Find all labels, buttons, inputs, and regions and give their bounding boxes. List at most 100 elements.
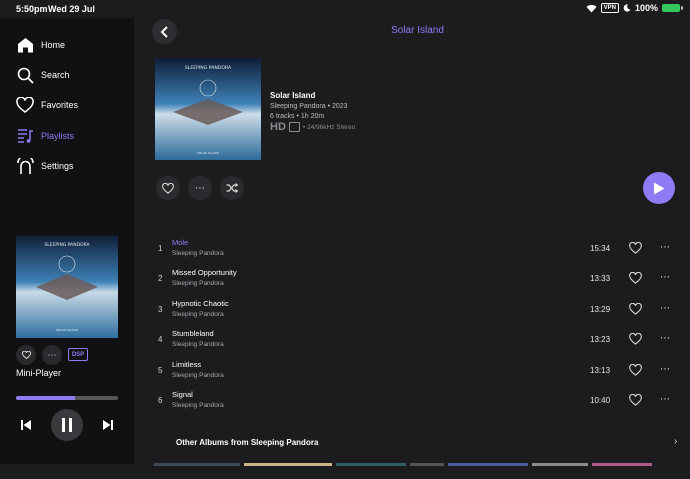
album-meta: 6 tracks • 1h 20m xyxy=(270,113,325,120)
status-time: 5:50pm xyxy=(16,4,48,14)
sidebar-item-label: Settings xyxy=(41,161,74,171)
play-icon xyxy=(654,182,665,194)
track-row[interactable]: 6 Signal Sleeping Pandora 10:40 ⋯ xyxy=(150,387,690,417)
playlist-icon xyxy=(16,127,34,145)
track-title: Stumbleland xyxy=(172,329,214,338)
art-artist-text: SLEEPING PANDORA xyxy=(44,242,90,248)
art-artist-text: SLEEPING PANDORA xyxy=(185,65,232,71)
art-title-text: SOLAR ISLAND xyxy=(56,328,79,332)
search-icon xyxy=(16,66,34,84)
shuffle-button[interactable] xyxy=(220,176,244,200)
heart-icon xyxy=(162,182,174,194)
album-artist-year[interactable]: Sleeping Pandora • 2023 xyxy=(270,103,348,110)
sidebar-item-home[interactable]: Home xyxy=(16,34,65,56)
pause-icon xyxy=(62,418,72,432)
track-number: 1 xyxy=(158,244,163,253)
track-title: Signal xyxy=(172,390,193,399)
chevron-right-icon[interactable]: › xyxy=(674,436,677,447)
track-duration: 10:40 xyxy=(590,396,611,405)
track-more-button[interactable]: ⋯ xyxy=(660,242,671,253)
track-favorite-button[interactable] xyxy=(629,302,642,320)
sidebar-item-label: Favorites xyxy=(41,100,79,110)
track-row[interactable]: 3 Hypnotic Chaotic Sleeping Pandora 13:29 ⋯ xyxy=(150,296,690,326)
track-more-button[interactable]: ⋯ xyxy=(660,394,671,405)
track-artist: Sleeping Pandora xyxy=(172,280,224,287)
moon-icon xyxy=(623,4,631,12)
track-favorite-button[interactable] xyxy=(629,271,642,289)
track-artist: Sleeping Pandora xyxy=(172,341,224,348)
track-favorite-button[interactable] xyxy=(629,393,642,411)
track-artist: Sleeping Pandora xyxy=(172,402,224,409)
settings-icon xyxy=(16,157,34,175)
track-title: Mole xyxy=(172,238,189,247)
more-icon: ⋯ xyxy=(195,182,205,194)
quality-text: • 24/96kHz Stereo xyxy=(302,123,356,131)
track-duration: 15:34 xyxy=(590,244,611,253)
album-title: Solar Island xyxy=(270,91,316,100)
album-more-button[interactable]: ⋯ xyxy=(188,176,212,200)
track-favorite-button[interactable] xyxy=(629,241,642,259)
dsp-button[interactable]: DSP xyxy=(68,348,88,361)
track-number: 4 xyxy=(158,335,163,344)
track-more-button[interactable]: ⋯ xyxy=(660,272,671,283)
hd-badge: HD xyxy=(270,121,286,133)
track-number: 5 xyxy=(158,366,163,375)
back-button[interactable] xyxy=(152,19,177,44)
track-favorite-button[interactable] xyxy=(629,363,642,381)
track-duration: 13:29 xyxy=(590,305,611,314)
track-duration: 13:33 xyxy=(590,274,611,283)
sidebar-item-label: Search xyxy=(41,70,70,80)
track-number: 2 xyxy=(158,274,163,283)
next-button[interactable] xyxy=(101,418,115,432)
track-row[interactable]: 1 Mole Sleeping Pandora 15:34 ⋯ xyxy=(150,235,690,265)
play-album-button[interactable] xyxy=(643,172,675,204)
mini-more-button[interactable]: ⋯ xyxy=(42,345,62,365)
favorite-album-button[interactable] xyxy=(156,176,180,200)
art-title-text: SOLAR ISLAND xyxy=(197,151,220,155)
sidebar-item-favorites[interactable]: Favorites xyxy=(16,94,78,116)
track-title: Missed Opportunity xyxy=(172,268,237,277)
sidebar-item-search[interactable]: Search xyxy=(16,64,70,86)
other-albums-heading[interactable]: Other Albums from Sleeping Pandora xyxy=(176,438,318,447)
wifi-icon xyxy=(586,4,597,12)
track-artist: Sleeping Pandora xyxy=(172,250,224,257)
playback-progress-bar[interactable] xyxy=(16,396,118,400)
album-carousel-strip[interactable] xyxy=(154,463,690,466)
vpn-badge: VPN xyxy=(600,3,619,13)
track-row[interactable]: 2 Missed Opportunity Sleeping Pandora 13:33… xyxy=(150,265,690,295)
battery-icon xyxy=(662,4,683,12)
track-favorite-button[interactable] xyxy=(629,332,642,350)
sidebar-item-label: Playlists xyxy=(41,131,75,141)
heart-icon xyxy=(21,351,31,359)
track-more-button[interactable]: ⋯ xyxy=(660,303,671,314)
mini-player-label: Mini-Player xyxy=(16,368,62,378)
status-date: Wed 29 Jul xyxy=(48,4,95,14)
sidebar-item-label: Home xyxy=(41,40,66,50)
heart-icon xyxy=(629,332,642,345)
track-row[interactable]: 4 Stumbleland Sleeping Pandora 13:23 ⋯ xyxy=(150,326,690,356)
shuffle-icon xyxy=(226,183,238,193)
heart-icon xyxy=(16,96,34,114)
hi-res-icon xyxy=(288,122,300,132)
mini-player-artwork[interactable]: SLEEPING PANDORA SOLAR ISLAND xyxy=(16,236,118,338)
battery-percent: 100% xyxy=(634,3,658,13)
track-number: 6 xyxy=(158,396,163,405)
heart-icon xyxy=(629,393,642,406)
track-row[interactable]: 5 Limitless Sleeping Pandora 13:13 ⋯ xyxy=(150,357,690,387)
mini-favorite-button[interactable] xyxy=(16,345,36,365)
previous-button[interactable] xyxy=(19,418,33,432)
next-icon xyxy=(103,420,113,430)
track-number: 3 xyxy=(158,305,163,314)
track-more-button[interactable]: ⋯ xyxy=(660,333,671,344)
sidebar-item-playlists[interactable]: Playlists xyxy=(16,125,74,147)
sidebar-item-settings[interactable]: Settings xyxy=(16,155,74,177)
album-quality: HD • 24/96kHz Stereo xyxy=(270,121,355,133)
status-bar: 5:50pm Wed 29 Jul VPN 100% xyxy=(0,0,690,18)
status-right: VPN 100% xyxy=(586,3,683,13)
pause-button[interactable] xyxy=(51,409,83,441)
progress-fill xyxy=(16,396,76,400)
track-more-button[interactable]: ⋯ xyxy=(660,364,671,375)
album-artwork: SLEEPING PANDORA SOLAR ISLAND xyxy=(155,58,261,160)
track-title: Hypnotic Chaotic xyxy=(172,299,229,308)
heart-icon xyxy=(629,271,642,284)
